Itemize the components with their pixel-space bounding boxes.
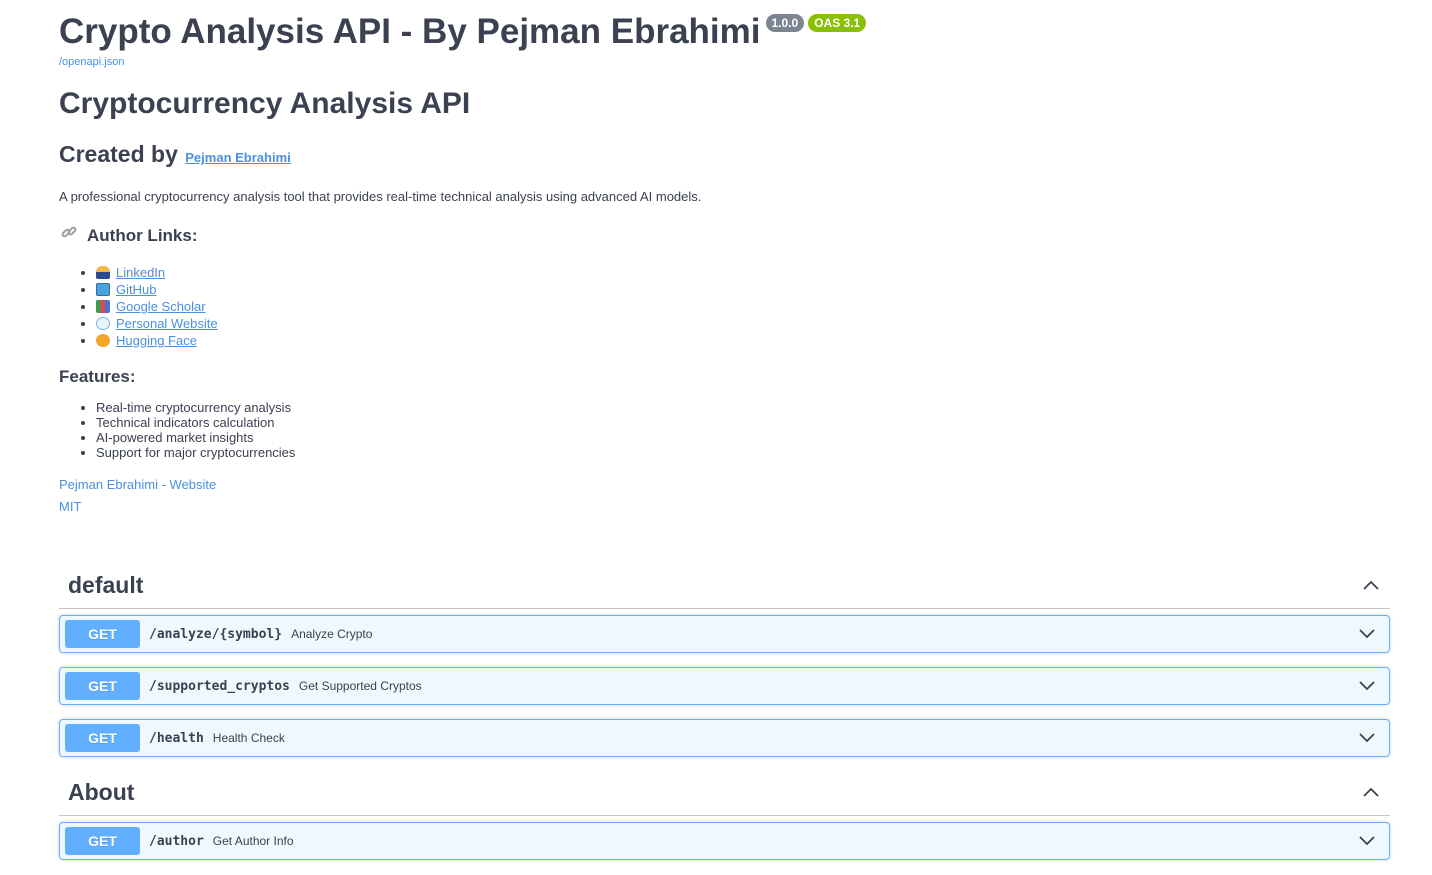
author-links-title: Author Links: [87, 226, 198, 245]
author-links-heading: Author Links: [59, 223, 1390, 249]
google-scholar-link[interactable]: Google Scholar [116, 299, 206, 314]
author-website-link[interactable]: Pejman Ebrahimi - Website [59, 477, 1390, 493]
link-icon [59, 223, 79, 249]
api-name-heading: Cryptocurrency Analysis API [59, 87, 471, 120]
chevron-up-icon[interactable] [1361, 575, 1381, 595]
operation-author[interactable]: GET /author Get Author Info [59, 822, 1390, 860]
list-item: Personal Website [96, 315, 1390, 332]
person-icon [96, 266, 110, 279]
created-by-label: Created by [59, 141, 178, 167]
computer-icon [96, 283, 110, 296]
oas-badge: OAS 3.1 [808, 14, 867, 32]
version-badge: 1.0.0 [765, 14, 805, 32]
tag-name: About [68, 778, 135, 805]
operation-path: /health [149, 730, 204, 746]
linkedin-link[interactable]: LinkedIn [116, 265, 165, 280]
github-link[interactable]: GitHub [116, 282, 156, 297]
features-heading: Features: [59, 367, 136, 386]
chevron-down-icon[interactable] [1357, 728, 1377, 748]
method-badge: GET [65, 620, 140, 648]
method-badge: GET [65, 724, 140, 752]
method-badge: GET [65, 827, 140, 855]
operation-path: /supported_cryptos [149, 678, 290, 694]
operation-summary: Health Check [212, 731, 285, 745]
tag-section-default: default GET /analyze/{symbol} Analyze Cr… [59, 562, 1390, 757]
list-item: Google Scholar [96, 298, 1390, 315]
method-badge: GET [65, 672, 140, 700]
author-name-link[interactable]: Pejman Ebrahimi [185, 150, 290, 165]
created-by-heading: Created by Pejman Ebrahimi [59, 140, 1390, 172]
tag-header-default[interactable]: default [59, 562, 1390, 609]
globe-icon [96, 317, 110, 330]
tag-name: default [68, 571, 144, 598]
author-links-list: LinkedIn GitHub Google Scholar Personal … [59, 264, 1390, 349]
chevron-up-icon[interactable] [1361, 782, 1381, 802]
list-item: Technical indicators calculation [96, 415, 1390, 430]
operation-path: /analyze/{symbol} [149, 626, 283, 642]
personal-website-link[interactable]: Personal Website [116, 316, 218, 331]
title-row: Crypto Analysis API - By Pejman Ebrahimi… [59, 12, 1390, 52]
operation-path: /author [149, 833, 204, 849]
info-section: Crypto Analysis API - By Pejman Ebrahimi… [0, 12, 1432, 515]
tag-section-about: About GET /author Get Author Info [59, 769, 1390, 860]
operation-analyze[interactable]: GET /analyze/{symbol} Analyze Crypto [59, 615, 1390, 653]
features-list: Real-time cryptocurrency analysis Techni… [59, 400, 1390, 460]
list-item: Real-time cryptocurrency analysis [96, 400, 1390, 415]
list-item: GitHub [96, 281, 1390, 298]
api-description: A professional cryptocurrency analysis t… [59, 189, 702, 204]
hugging-face-icon [96, 334, 110, 347]
chevron-down-icon[interactable] [1357, 831, 1377, 851]
books-icon [96, 300, 110, 313]
list-item: Hugging Face [96, 332, 1390, 349]
operation-summary: Get Author Info [212, 834, 294, 848]
list-item: LinkedIn [96, 264, 1390, 281]
hugging-face-link[interactable]: Hugging Face [116, 333, 197, 348]
license-link[interactable]: MIT [59, 499, 1390, 515]
openapi-json-link[interactable]: /openapi.json [59, 55, 1390, 69]
operation-summary: Analyze Crypto [291, 627, 373, 641]
tag-header-about[interactable]: About [59, 769, 1390, 816]
operation-health[interactable]: GET /health Health Check [59, 719, 1390, 757]
chevron-down-icon[interactable] [1357, 676, 1377, 696]
list-item: AI-powered market insights [96, 430, 1390, 445]
operation-summary: Get Supported Cryptos [298, 679, 422, 693]
list-item: Support for major cryptocurrencies [96, 445, 1390, 460]
chevron-down-icon[interactable] [1357, 624, 1377, 644]
page-title: Crypto Analysis API - By Pejman Ebrahimi [59, 12, 761, 51]
operation-supported-cryptos[interactable]: GET /supported_cryptos Get Supported Cry… [59, 667, 1390, 705]
